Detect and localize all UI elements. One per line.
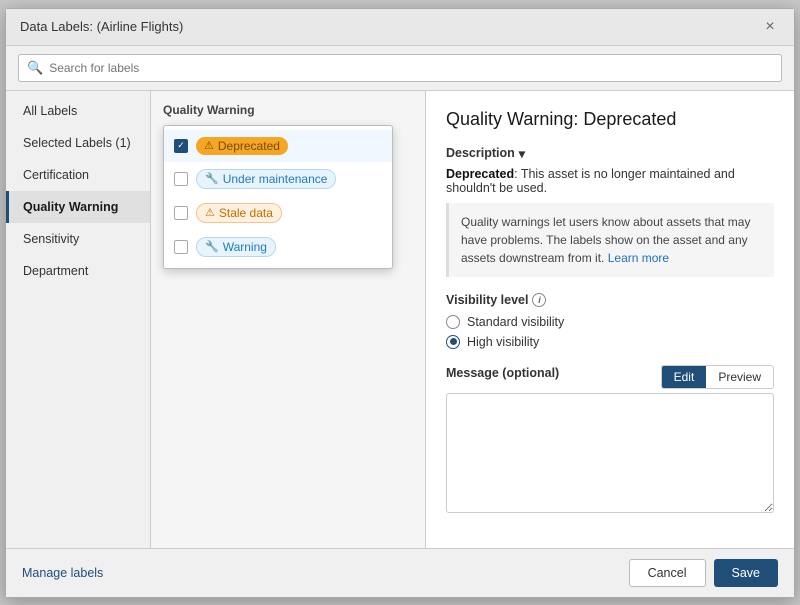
dialog-footer: Manage labels Cancel Save [6,548,794,597]
checkbox-stale[interactable] [174,206,188,220]
message-header: Message (optional) Edit Preview [446,365,774,389]
label-dropdown: ⚠ Deprecated 🔧 Under maintenance [163,125,393,269]
sidebar-item-quality-warning[interactable]: Quality Warning [6,191,150,223]
save-button[interactable]: Save [714,559,779,587]
sidebar-item-department[interactable]: Department [6,255,150,287]
data-labels-dialog: Data Labels: (Airline Flights) × 🔍 All L… [5,8,795,598]
chevron-down-icon: ▾ [519,146,525,161]
tag-maintenance: 🔧 Under maintenance [196,169,336,189]
checkbox-warning[interactable] [174,240,188,254]
search-icon: 🔍 [27,60,43,76]
visibility-info-icon[interactable]: i [532,293,546,307]
sidebar-item-selected-labels[interactable]: Selected Labels (1) [6,127,150,159]
right-panel-title: Quality Warning: Deprecated [446,109,774,130]
manage-labels-link[interactable]: Manage labels [22,566,103,580]
visibility-label: Visibility level i [446,293,774,307]
right-panel: Quality Warning: Deprecated Description … [426,91,794,548]
cancel-button[interactable]: Cancel [629,559,706,587]
dialog-title: Data Labels: (Airline Flights) [20,19,183,34]
close-button[interactable]: × [760,17,780,37]
learn-more-link[interactable]: Learn more [608,251,669,265]
description-text: Deprecated: This asset is no longer main… [446,167,774,195]
info-box: Quality warnings let users know about as… [446,203,774,277]
tag-warning: 🔧 Warning [196,237,276,257]
deprecated-icon: ⚠ [204,139,214,152]
maintenance-icon: 🔧 [205,172,219,185]
label-item-deprecated[interactable]: ⚠ Deprecated [164,130,392,162]
message-textarea[interactable] [446,393,774,513]
label-item-warning[interactable]: 🔧 Warning [164,230,392,264]
label-item-maintenance[interactable]: 🔧 Under maintenance [164,162,392,196]
radio-group-visibility: Standard visibility High visibility [446,315,774,349]
radio-standard[interactable]: Standard visibility [446,315,774,329]
tag-deprecated: ⚠ Deprecated [196,137,288,155]
dialog-body: All Labels Selected Labels (1) Certifica… [6,91,794,548]
dialog-header: Data Labels: (Airline Flights) × [6,9,794,46]
search-bar: 🔍 [6,46,794,91]
footer-buttons: Cancel Save [629,559,778,587]
search-input[interactable] [49,61,773,75]
sidebar-item-all-labels[interactable]: All Labels [6,95,150,127]
sidebar: All Labels Selected Labels (1) Certifica… [6,91,151,548]
sidebar-item-certification[interactable]: Certification [6,159,150,191]
warning-icon: 🔧 [205,240,219,253]
middle-panel: Quality Warning ⚠ Deprecated [151,91,426,548]
checkbox-deprecated[interactable] [174,139,188,153]
message-label: Message (optional) [446,366,559,380]
description-toggle[interactable]: Description ▾ [446,146,774,161]
radio-high-inner [450,338,457,345]
message-tabs: Edit Preview [661,365,774,389]
stale-icon: ⚠ [205,206,215,219]
tab-preview[interactable]: Preview [706,366,773,388]
middle-section-title: Quality Warning [163,103,413,117]
radio-standard-outer [446,315,460,329]
tag-stale: ⚠ Stale data [196,203,282,223]
tab-edit[interactable]: Edit [662,366,707,388]
radio-high-outer [446,335,460,349]
radio-high[interactable]: High visibility [446,335,774,349]
label-item-stale[interactable]: ⚠ Stale data [164,196,392,230]
search-input-wrap: 🔍 [18,54,782,82]
sidebar-item-sensitivity[interactable]: Sensitivity [6,223,150,255]
checkbox-maintenance[interactable] [174,172,188,186]
